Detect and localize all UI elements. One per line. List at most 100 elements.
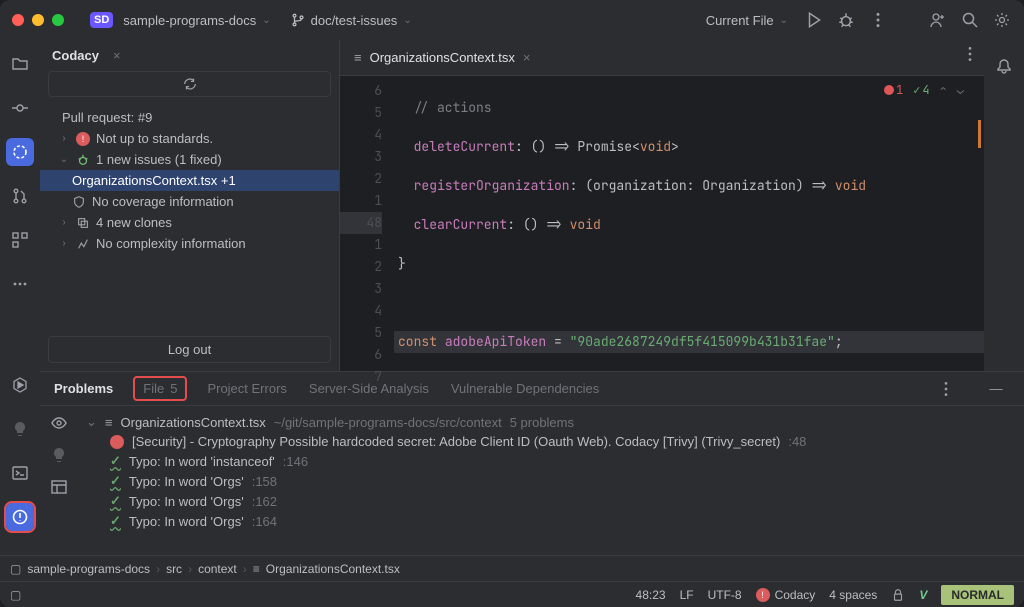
progress-indicator: ▢ — [10, 588, 21, 602]
readonly-toggle[interactable] — [891, 588, 905, 602]
breadcrumb-item[interactable]: context — [198, 562, 237, 576]
code-editor[interactable]: 6 5 4 3 2 1 48 1 2 3 4 5 6 — [340, 76, 984, 371]
tab-menu-button[interactable] — [956, 40, 984, 68]
bell-icon — [995, 57, 1013, 75]
error-stripe[interactable] — [972, 76, 984, 371]
terminal-tool-button[interactable] — [6, 459, 34, 487]
tab-file-label: File — [143, 381, 164, 396]
file-encoding[interactable]: UTF-8 — [708, 588, 742, 602]
vim-icon: V — [919, 588, 927, 602]
chevron-down-icon: ⌄ — [403, 15, 411, 26]
file-icon: ≡ — [253, 562, 260, 576]
tab-file[interactable]: File 5 — [135, 378, 185, 399]
problem-row[interactable]: ✓Typo: In word 'instanceof':146 — [86, 451, 1016, 471]
tab-file-count: 5 — [170, 381, 177, 396]
pull-request-icon — [11, 187, 29, 205]
close-tab-button[interactable]: × — [523, 50, 531, 65]
kebab-icon — [937, 380, 955, 398]
layout-icon — [50, 478, 68, 496]
bug-green-icon — [76, 153, 90, 167]
highlight-toggle-button[interactable] — [50, 414, 68, 432]
indent-status[interactable]: 4 spaces — [829, 588, 877, 602]
problems-more-button[interactable] — [932, 375, 960, 403]
more-button[interactable] — [864, 6, 892, 34]
problem-text: Typo: In word 'Orgs' — [129, 494, 244, 509]
chevron-down-icon: ⌄ — [262, 15, 270, 26]
problems-file-header[interactable]: ⌄ ≡ OrganizationsContext.tsx ~/git/sampl… — [86, 412, 1016, 432]
inspection-down-button[interactable]: ⌄ — [957, 82, 964, 98]
file-icon: ≡ — [354, 50, 362, 65]
settings-button[interactable] — [988, 6, 1016, 34]
chevron-down-icon: ⌄ — [780, 15, 788, 26]
project-tool-button[interactable] — [6, 50, 34, 78]
inspection-widget[interactable]: 1 ✓4 ⌃ ⌄ — [884, 82, 964, 98]
branch-selector[interactable]: doc/test-issues ⌄ — [283, 9, 420, 32]
problems-icon — [11, 508, 29, 526]
breadcrumb-item[interactable]: sample-programs-docs — [27, 562, 150, 576]
new-issues-item[interactable]: ⌄ 1 new issues (1 fixed) — [40, 149, 339, 170]
inspection-up-button[interactable]: ⌃ — [940, 82, 947, 98]
line-separator[interactable]: LF — [680, 588, 694, 602]
editor-tab[interactable]: ≡ OrganizationsContext.tsx × — [340, 40, 544, 75]
folder-icon — [11, 55, 29, 73]
problem-row[interactable]: ✓Typo: In word 'Orgs':158 — [86, 471, 1016, 491]
close-window-icon[interactable] — [12, 14, 24, 26]
notifications-button[interactable] — [990, 52, 1018, 80]
breadcrumb-item[interactable]: src — [166, 562, 182, 576]
collab-button[interactable] — [924, 6, 952, 34]
issue-file-item[interactable]: OrganizationsContext.tsx +1 — [40, 170, 339, 191]
view-options-button[interactable] — [50, 478, 68, 496]
codacy-tool-button[interactable] — [6, 138, 34, 166]
more-tools-button[interactable] — [6, 270, 34, 298]
commit-icon — [11, 99, 29, 117]
problem-row[interactable]: ✓Typo: In word 'Orgs':162 — [86, 491, 1016, 511]
error-severity-icon — [110, 435, 124, 449]
project-selector[interactable]: SD sample-programs-docs ⌄ — [82, 8, 279, 32]
services-tool-button[interactable] — [6, 415, 34, 443]
tab-project-errors[interactable]: Project Errors — [207, 381, 286, 396]
pull-requests-tool-button[interactable] — [6, 182, 34, 210]
intention-button[interactable] — [50, 446, 68, 464]
vim-mode: NORMAL — [941, 585, 1014, 605]
run-tool-button[interactable] — [6, 371, 34, 399]
minimize-window-icon[interactable] — [32, 14, 44, 26]
issue-file-label: OrganizationsContext.tsx +1 — [72, 173, 236, 188]
problem-row[interactable]: [Security] - Cryptography Possible hardc… — [86, 432, 1016, 451]
no-coverage-item[interactable]: No coverage information — [40, 191, 339, 212]
run-button[interactable] — [800, 6, 828, 34]
problems-hide-button[interactable]: — — [982, 375, 1010, 403]
debug-button[interactable] — [832, 6, 860, 34]
no-complexity-item[interactable]: ›No complexity information — [40, 233, 339, 254]
search-button[interactable] — [956, 6, 984, 34]
problems-file-count: 5 problems — [510, 415, 574, 430]
chevron-down-icon: ⌄ — [58, 154, 70, 165]
problems-file-path: ~/git/sample-programs-docs/src/context — [274, 415, 502, 430]
typo-severity-icon: ✓ — [110, 513, 121, 529]
standards-item[interactable]: ›!Not up to standards. — [40, 128, 339, 149]
commit-tool-button[interactable] — [6, 94, 34, 122]
left-tool-rail — [0, 40, 40, 555]
problem-line: :162 — [252, 494, 277, 509]
breadcrumb-item[interactable]: OrganizationsContext.tsx — [266, 562, 400, 576]
error-dot-icon — [884, 85, 894, 95]
logout-button[interactable]: Log out — [48, 336, 331, 363]
run-config-selector[interactable]: Current File ⌄ — [698, 9, 796, 32]
problem-line: :158 — [252, 474, 277, 489]
problems-tool-button[interactable] — [6, 503, 34, 531]
structure-tool-button[interactable] — [6, 226, 34, 254]
new-clones-item[interactable]: ›4 new clones — [40, 212, 339, 233]
maximize-window-icon[interactable] — [52, 14, 64, 26]
pull-request-header: Pull request: #9 — [40, 107, 339, 128]
branch-label: doc/test-issues — [311, 13, 398, 28]
codacy-status[interactable]: !Codacy — [756, 588, 816, 602]
play-icon — [805, 11, 823, 29]
tab-problems[interactable]: Problems — [54, 381, 113, 396]
lock-icon — [891, 588, 905, 602]
problem-row[interactable]: ✓Typo: In word 'Orgs':164 — [86, 511, 1016, 531]
codacy-close-tab-button[interactable]: × — [113, 48, 121, 63]
new-issues-label: 1 new issues (1 fixed) — [96, 152, 222, 167]
problems-file-name: OrganizationsContext.tsx — [121, 415, 266, 430]
caret-position[interactable]: 48:23 — [636, 588, 666, 602]
tab-vuln-deps[interactable]: Vulnerable Dependencies — [451, 381, 599, 396]
codacy-refresh-button[interactable] — [48, 71, 331, 97]
